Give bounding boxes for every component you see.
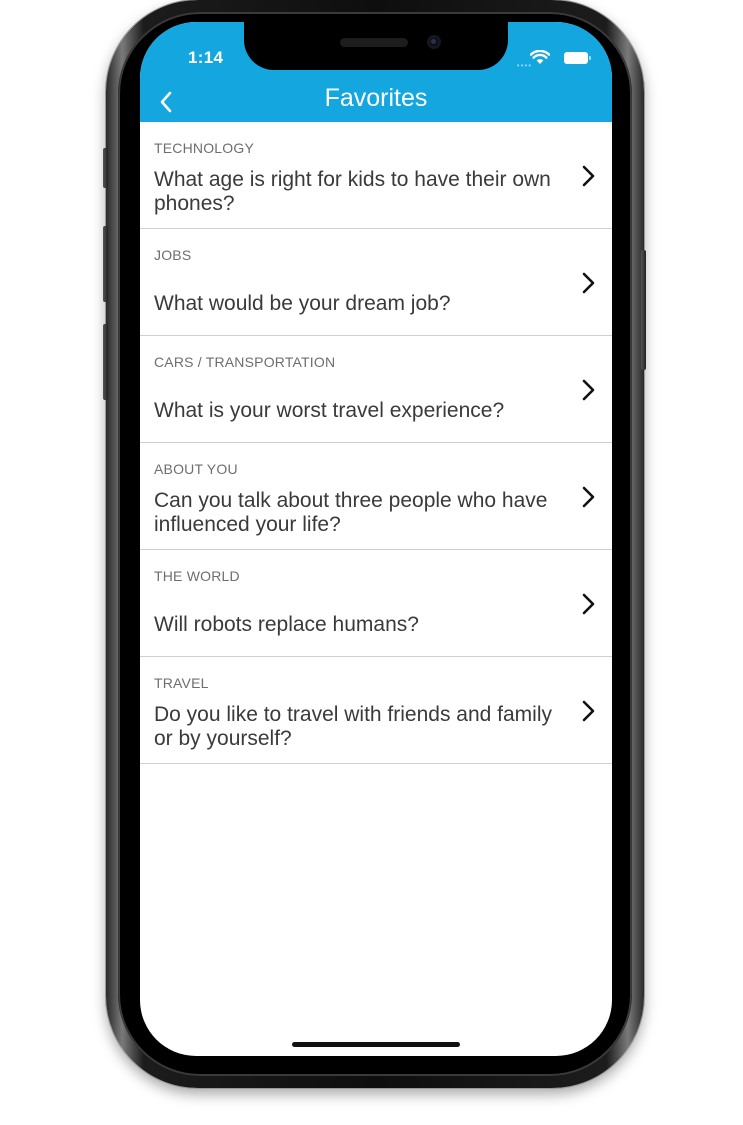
category-label: THE WORLD — [154, 568, 240, 584]
list-item[interactable]: TECHNOLOGY What age is right for kids to… — [140, 122, 612, 229]
question-text: Will robots replace humans? — [154, 613, 419, 636]
chevron-right-icon — [582, 165, 595, 187]
question-text: What is your worst travel experience? — [154, 399, 505, 422]
volume-up-button — [103, 226, 108, 302]
category-label: TECHNOLOGY — [154, 140, 255, 156]
nav-bar: 1:14 •••• Favorites — [140, 22, 612, 122]
wifi-icon — [530, 50, 550, 64]
list-item[interactable]: ABOUT YOU Can you talk about three peopl… — [140, 443, 612, 550]
volume-down-button — [103, 324, 108, 400]
question-text: Do you like to travel with friends and f… — [154, 703, 553, 750]
list-item[interactable]: JOBS What would be your dream job? — [140, 229, 612, 336]
category-label: JOBS — [154, 247, 192, 263]
category-label: CARS / TRANSPORTATION — [154, 354, 336, 370]
status-time: 1:14 — [188, 48, 224, 67]
earpiece-speaker — [340, 38, 408, 47]
list-item[interactable]: CARS / TRANSPORTATION What is your worst… — [140, 336, 612, 443]
category-label: ABOUT YOU — [154, 461, 238, 477]
favorites-list: TECHNOLOGY What age is right for kids to… — [140, 122, 612, 764]
home-indicator[interactable] — [292, 1042, 460, 1047]
power-button — [641, 250, 646, 370]
page-title: Favorites — [324, 84, 428, 112]
notch — [244, 22, 508, 70]
app-screen: 1:14 •••• Favorites TECHNOLOGY What age … — [140, 22, 612, 1056]
list-item[interactable]: THE WORLD Will robots replace humans? — [140, 550, 612, 657]
chevron-right-icon — [582, 272, 595, 294]
category-label: TRAVEL — [154, 675, 209, 691]
front-camera — [427, 35, 441, 49]
chevron-right-icon — [582, 593, 595, 615]
list-item[interactable]: TRAVEL Do you like to travel with friend… — [140, 657, 612, 764]
chevron-right-icon — [582, 486, 595, 508]
chevron-right-icon — [582, 379, 595, 401]
question-text: What would be your dream job? — [154, 292, 451, 315]
chevron-right-icon — [582, 700, 595, 722]
silent-switch — [103, 148, 108, 188]
question-text: What age is right for kids to have their… — [154, 168, 551, 215]
battery-icon — [564, 52, 591, 64]
question-text: Can you talk about three people who have… — [154, 489, 548, 536]
